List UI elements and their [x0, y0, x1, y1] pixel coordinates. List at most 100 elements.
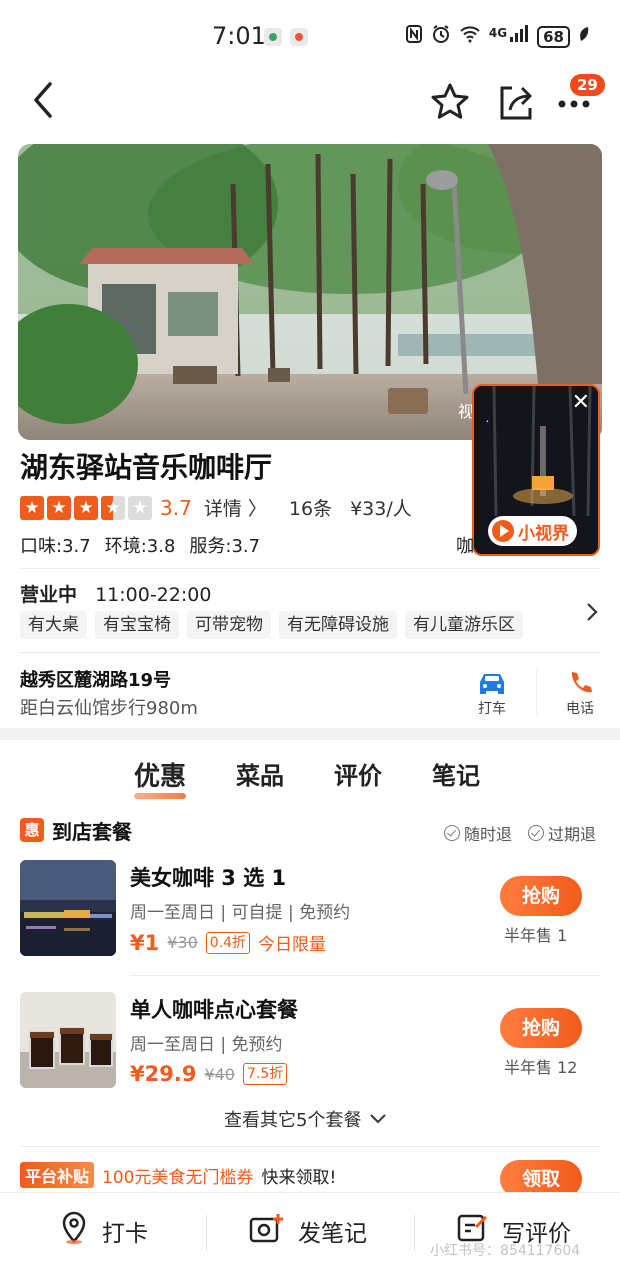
checkin-label: 打卡: [102, 1221, 148, 1247]
buy-button[interactable]: 抢购: [500, 876, 582, 916]
facility-tag: 有儿童游乐区: [405, 611, 523, 639]
shop-name: 湖东驿站音乐咖啡厅: [20, 451, 273, 484]
review-count: 16条: [288, 498, 333, 520]
star-half-icon: ★: [101, 495, 125, 520]
deal-section-title: 到店套餐: [52, 820, 132, 844]
detail-link[interactable]: 详情 〉: [204, 494, 267, 521]
location-pin-icon: [58, 1211, 90, 1251]
more-deals-link[interactable]: 查看其它5个套餐: [224, 1106, 387, 1132]
deal-discount: 0.4折: [205, 931, 251, 954]
facility-tag: 有大桌: [20, 611, 87, 639]
business-hours[interactable]: 营业中 11:00-22:00: [20, 580, 211, 607]
deal-original-price: ¥40: [204, 1064, 235, 1084]
subsidy-text: 100元美食无门槛券: [102, 1167, 254, 1188]
tab-deals[interactable]: 优惠: [134, 756, 187, 799]
tab-reviews[interactable]: 评价: [334, 756, 382, 791]
star-icon: ★: [20, 495, 44, 520]
top-nav: 29: [0, 70, 620, 140]
address[interactable]: 越秀区麓湖路19号: [20, 666, 171, 692]
deal-price-row: ¥29.9 ¥40 7.5折: [130, 1062, 288, 1086]
facility-tags[interactable]: 有大桌 有宝宝椅 可带宠物 有无障碍设施 有儿童游乐区: [20, 611, 523, 639]
tab-dishes[interactable]: 菜品: [236, 756, 284, 791]
phone-button[interactable]: 电话: [550, 668, 610, 718]
rating-row[interactable]: ★ ★ ★ ★ ★ 3.7 详情 〉 16条 ¥33/人: [20, 494, 412, 521]
deal-title[interactable]: 单人咖啡点心套餐: [130, 994, 298, 1024]
post-note-button[interactable]: 发笔记: [248, 1211, 367, 1251]
bottom-action-bar: 打卡 发笔记 写评价: [0, 1192, 620, 1280]
deal-terms: 周一至周日 | 可自提 | 免预约: [130, 903, 351, 923]
car-icon: [462, 668, 522, 698]
refund-expired: 过期退: [528, 821, 596, 845]
divider: [130, 975, 600, 976]
mini-video-card[interactable]: · ✕ 小视界: [472, 384, 600, 556]
check-circle-icon: [528, 825, 544, 841]
play-icon: [492, 520, 514, 542]
taxi-label: 打车: [478, 701, 506, 717]
checkin-button[interactable]: 打卡: [58, 1211, 148, 1251]
deal-original-price: ¥30: [167, 933, 198, 952]
sold-count: 半年售 1: [504, 926, 568, 945]
alarm-icon: [431, 24, 451, 49]
system-icons: 4G 68: [405, 24, 590, 49]
star-empty-icon: ★: [128, 495, 152, 520]
notification-icon: [264, 28, 282, 46]
signal-icon: [509, 25, 529, 48]
mini-video-label: 小视界: [518, 523, 569, 544]
post-note-label: 发笔记: [298, 1221, 367, 1247]
status-bar: 7:01 4G 68: [0, 0, 620, 70]
deal-price: ¥29.9: [130, 1062, 197, 1086]
status-time: 7:01: [212, 22, 266, 50]
hours-text: 11:00-22:00: [95, 584, 212, 606]
deal-image[interactable]: [20, 992, 116, 1088]
star-rating: ★ ★ ★ ★ ★: [20, 495, 152, 520]
sold-count: 半年售 12: [504, 1058, 578, 1077]
section-gap: [0, 728, 620, 740]
share-icon[interactable]: [496, 82, 536, 126]
check-circle-icon: [444, 825, 460, 841]
divider: [20, 568, 600, 569]
category-label: 咖: [456, 536, 474, 557]
tab-notes[interactable]: 笔记: [432, 756, 480, 791]
taxi-button[interactable]: 打车: [462, 668, 522, 718]
deal-title[interactable]: 美女咖啡 3 选 1: [130, 862, 286, 892]
deal-image[interactable]: [20, 860, 116, 956]
buy-button[interactable]: 抢购: [500, 1008, 582, 1048]
refund-anytime: 随时退: [444, 821, 512, 845]
content-tabs: 优惠 菜品 评价 笔记: [0, 756, 620, 800]
chevron-right-icon[interactable]: [584, 600, 600, 628]
rating-score: 3.7: [160, 495, 192, 520]
environment-score: 环境:3.8: [104, 536, 176, 557]
subsidy-tag: 平台补贴: [20, 1162, 95, 1188]
phone-label: 电话: [566, 701, 594, 717]
favorite-star-icon[interactable]: [430, 82, 470, 126]
watermark: 小红书号：854117604: [430, 1243, 581, 1259]
deal-section-icon: 惠: [20, 818, 44, 842]
leaf-icon: [578, 26, 590, 47]
chevron-right-icon: 〉: [247, 498, 267, 520]
taste-score: 口味:3.7: [20, 536, 91, 557]
deal-discount: 7.5折: [242, 1063, 288, 1085]
notification-badge: 29: [570, 74, 605, 96]
divider: [20, 1146, 600, 1147]
divider: [536, 670, 537, 714]
distance: 距白云仙馆步行980m: [20, 698, 198, 719]
subsidy-cta: 快来领取!: [261, 1167, 337, 1188]
notification-icon: [290, 28, 308, 46]
deal-terms: 周一至周日 | 免预约: [130, 1035, 283, 1055]
camera-plus-icon: [248, 1211, 286, 1251]
deal-price-row: ¥1 ¥30 0.4折 今日限量: [130, 930, 327, 956]
facility-tag: 有宝宝椅: [95, 611, 179, 639]
divider: [414, 1215, 415, 1251]
star-icon: ★: [47, 495, 71, 520]
wifi-icon: [459, 25, 481, 48]
star-icon: ★: [74, 495, 98, 520]
platform-subsidy-banner[interactable]: 平台补贴 100元美食无门槛券 快来领取!: [20, 1162, 336, 1188]
sub-scores: 口味:3.7 环境:3.8 服务:3.7: [20, 532, 260, 558]
battery-indicator: 68: [537, 25, 570, 48]
deal-limit: 今日限量: [258, 935, 327, 955]
facility-tag: 可带宠物: [187, 611, 271, 639]
back-icon[interactable]: [28, 80, 58, 124]
close-icon[interactable]: ✕: [572, 392, 590, 414]
mini-video-button[interactable]: 小视界: [488, 516, 577, 546]
deal-price: ¥1: [130, 930, 160, 955]
